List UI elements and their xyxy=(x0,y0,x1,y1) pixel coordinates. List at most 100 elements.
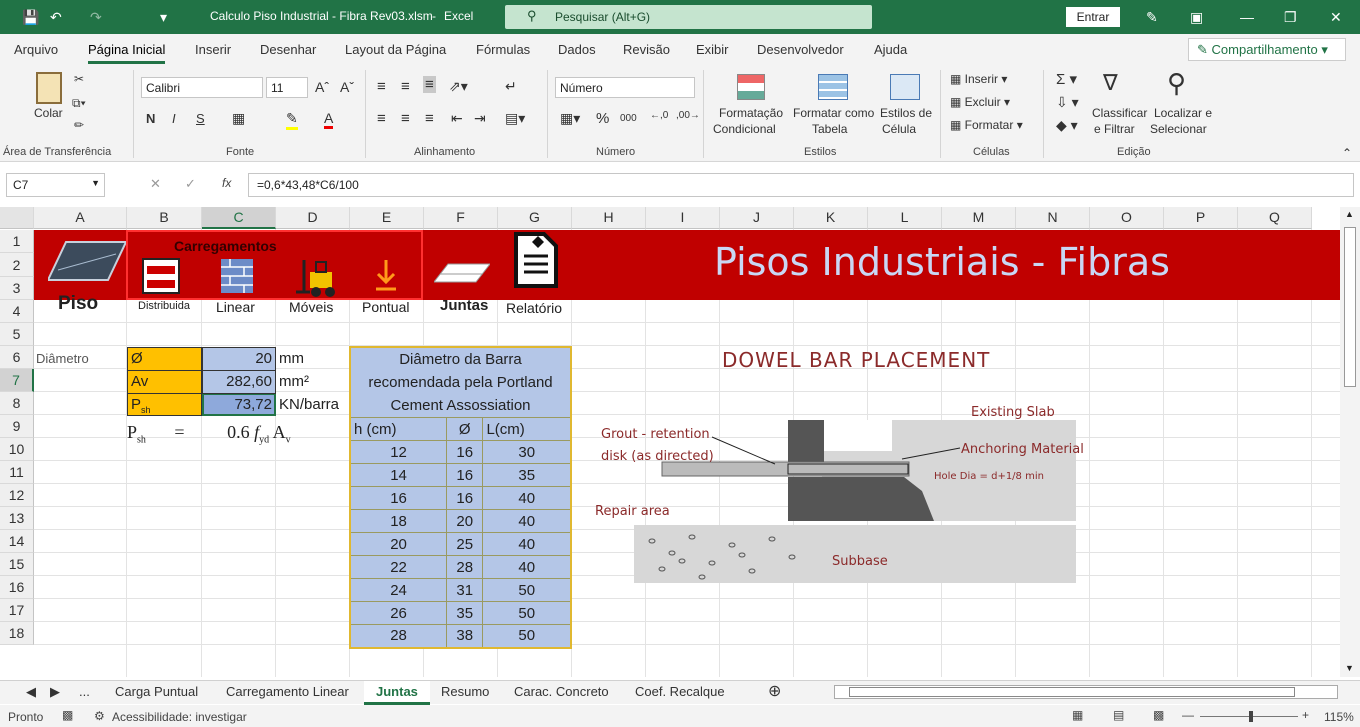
cell-b7[interactable]: Psh xyxy=(131,396,151,415)
table-cell[interactable]: 25 xyxy=(446,532,484,556)
scroll-thumb[interactable] xyxy=(1344,227,1356,387)
accessibility-status[interactable]: Acessibilidade: investigar xyxy=(112,710,247,724)
zoom-slider-thumb[interactable] xyxy=(1249,711,1254,722)
row-header-15[interactable]: 15 xyxy=(0,553,34,576)
delete-cells-button[interactable]: ▦ Excluir ▾ xyxy=(950,95,1010,109)
table-cell[interactable]: 22 xyxy=(349,555,448,579)
scroll-down-icon[interactable]: ▼ xyxy=(1345,663,1354,673)
number-format-select[interactable]: Número xyxy=(555,77,695,98)
cell-c5[interactable]: 20 xyxy=(204,350,272,367)
column-header-n[interactable]: N xyxy=(1016,207,1090,229)
row-header-5[interactable]: 5 xyxy=(0,323,34,346)
row-header-4[interactable]: 4 xyxy=(0,300,34,323)
minimize-icon[interactable]: — xyxy=(1240,9,1254,25)
signin-button[interactable]: Entrar xyxy=(1066,7,1120,27)
row-header-18[interactable]: 18 xyxy=(0,622,34,645)
font-color-icon[interactable]: A xyxy=(324,110,334,129)
cell-c6[interactable]: 282,60 xyxy=(204,373,272,390)
prev-sheet-icon[interactable]: ◀ xyxy=(26,684,36,700)
piso-icon[interactable] xyxy=(48,240,126,282)
column-header-m[interactable]: M xyxy=(942,207,1016,229)
column-header-i[interactable]: I xyxy=(646,207,720,229)
table-cell[interactable]: 50 xyxy=(482,624,572,648)
column-header-b[interactable]: B xyxy=(127,207,202,229)
table-cell[interactable]: 40 xyxy=(482,486,572,510)
row-header-7[interactable]: 7 xyxy=(0,369,34,392)
row-header-6[interactable]: 6 xyxy=(0,346,34,369)
normal-view-icon[interactable]: ▦ xyxy=(1072,708,1083,722)
pontual-icon[interactable] xyxy=(372,258,400,294)
cell-d6[interactable]: mm² xyxy=(279,373,309,390)
column-header-g[interactable]: G xyxy=(498,207,572,229)
underline-button[interactable]: S xyxy=(196,111,205,126)
row-header-10[interactable]: 10 xyxy=(0,438,34,461)
cancel-icon[interactable]: ✕ xyxy=(150,176,161,192)
column-header-h[interactable]: H xyxy=(572,207,646,229)
row-header-1[interactable]: 1 xyxy=(0,230,34,253)
table-cell[interactable]: 28 xyxy=(446,555,484,579)
tab-formulas[interactable]: Fórmulas xyxy=(476,42,530,57)
tab-desenvolvedor[interactable]: Desenvolvedor xyxy=(757,42,844,57)
row-header-2[interactable]: 2 xyxy=(0,253,34,277)
row-header-12[interactable]: 12 xyxy=(0,484,34,507)
thousands-icon[interactable]: 000 xyxy=(620,113,637,124)
paste-icon[interactable] xyxy=(36,72,62,104)
share-button[interactable]: ✎ Compartilhamento ▾ xyxy=(1188,38,1346,61)
paste-button[interactable]: Colar xyxy=(34,106,63,120)
tab-dados[interactable]: Dados xyxy=(558,42,596,57)
select-all[interactable] xyxy=(0,207,34,229)
moveis-icon[interactable] xyxy=(296,258,340,298)
sheet-tab-coef-recalque[interactable]: Coef. Recalque xyxy=(635,684,725,699)
column-header-q[interactable]: Q xyxy=(1238,207,1312,229)
column-header-o[interactable]: O xyxy=(1090,207,1164,229)
tab-inserir[interactable]: Inserir xyxy=(195,42,231,57)
table-cell[interactable]: 16 xyxy=(446,440,484,464)
table-cell[interactable]: 26 xyxy=(349,601,448,625)
tab-desenhar[interactable]: Desenhar xyxy=(260,42,316,57)
table-cell[interactable]: 35 xyxy=(446,601,484,625)
table-cell[interactable]: 31 xyxy=(446,578,484,602)
column-header-c[interactable]: C xyxy=(202,207,276,229)
zoom-out-icon[interactable]: — xyxy=(1182,708,1194,722)
column-header-d[interactable]: D xyxy=(276,207,350,229)
format-table-icon[interactable] xyxy=(818,74,848,100)
insert-cells-button[interactable]: ▦ Inserir ▾ xyxy=(950,72,1007,86)
align-right-icon[interactable]: ≡ xyxy=(425,110,434,127)
more-sheets-button[interactable]: ... xyxy=(79,684,90,699)
row-header-11[interactable]: 11 xyxy=(0,461,34,484)
sheet-tab-carac-concreto[interactable]: Carac. Concreto xyxy=(514,684,609,699)
tab-exibir[interactable]: Exibir xyxy=(696,42,729,57)
undo-icon[interactable]: ↶ xyxy=(50,9,62,26)
scroll-up-icon[interactable]: ▲ xyxy=(1345,209,1354,219)
table-cell[interactable]: 50 xyxy=(482,578,572,602)
bold-button[interactable]: N xyxy=(146,111,155,126)
sheet-tab-carga-puntual[interactable]: Carga Puntual xyxy=(115,684,198,699)
cell-d5[interactable]: mm xyxy=(279,350,304,367)
table-cell[interactable]: 35 xyxy=(482,463,572,487)
distribuida-icon[interactable] xyxy=(142,258,180,294)
fill-icon[interactable]: ⇩ ▾ xyxy=(1056,94,1079,111)
font-size-select[interactable]: 11 xyxy=(266,77,308,98)
row-header-16[interactable]: 16 xyxy=(0,576,34,599)
table-cell[interactable]: 38 xyxy=(446,624,484,648)
column-header-f[interactable]: F xyxy=(424,207,498,229)
table-cell[interactable]: 14 xyxy=(349,463,448,487)
vertical-scrollbar[interactable]: ▲ ▼ xyxy=(1340,207,1360,677)
enter-icon[interactable]: ✓ xyxy=(185,176,196,192)
italic-button[interactable]: I xyxy=(172,111,176,126)
shrink-font-icon[interactable]: Aˇ xyxy=(340,79,354,95)
sheet-tab-juntas[interactable]: Juntas xyxy=(364,681,430,705)
row-header-3[interactable]: 3 xyxy=(0,277,34,300)
align-middle-icon[interactable]: ≡ xyxy=(401,78,410,95)
close-icon[interactable]: ✕ xyxy=(1330,9,1342,26)
table-cell[interactable]: 20 xyxy=(349,532,448,556)
borders-icon[interactable]: ▦ xyxy=(232,110,245,127)
table-cell[interactable]: 16 xyxy=(349,486,448,510)
save-icon[interactable]: 💾 xyxy=(22,9,39,26)
autosum-icon[interactable]: Σ ▾ xyxy=(1056,70,1077,88)
tab-arquivo[interactable]: Arquivo xyxy=(14,42,58,57)
column-header-e[interactable]: E xyxy=(350,207,424,229)
column-header-a[interactable]: A xyxy=(34,207,127,229)
cell-styles-icon[interactable] xyxy=(890,74,920,100)
row-header-13[interactable]: 13 xyxy=(0,507,34,530)
